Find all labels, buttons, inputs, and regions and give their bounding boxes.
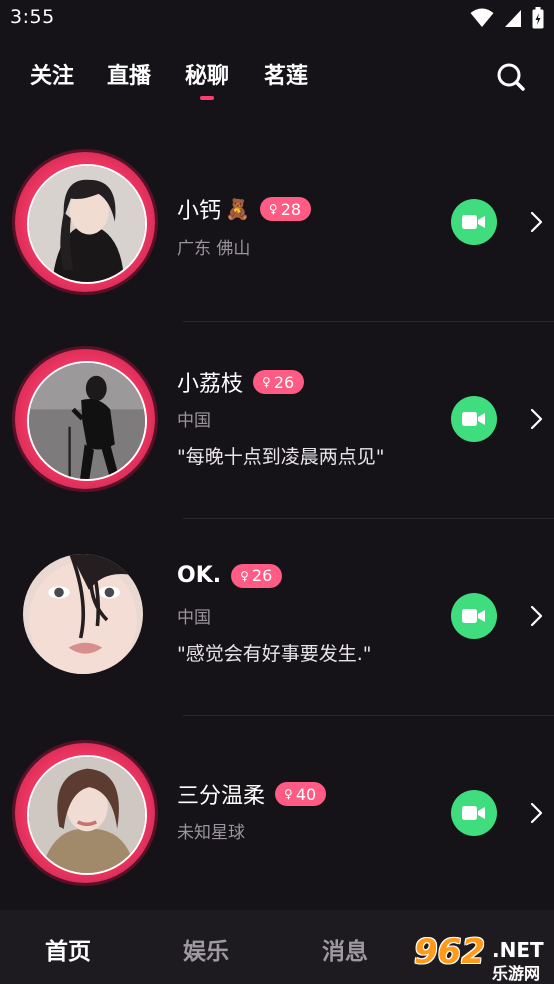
tab-minglian[interactable]: 茗莲 [264, 58, 308, 90]
site-watermark-logo: 962 .NET 乐游网 [410, 932, 552, 983]
chevron-right-icon[interactable] [527, 605, 545, 627]
video-camera-icon [462, 609, 485, 623]
video-camera-icon [462, 412, 485, 426]
avatar-frame [15, 546, 155, 686]
tab-follow[interactable]: 关注 [30, 58, 74, 90]
search-icon[interactable] [496, 62, 526, 92]
user-name: 小荔枝 [177, 372, 244, 397]
list-item[interactable]: 三分温柔 ♀ 40 未知星球 [0, 716, 554, 913]
female-icon: ♀ [284, 787, 293, 801]
avatar[interactable] [27, 755, 147, 875]
video-camera-icon [462, 806, 485, 820]
wifi-icon [470, 8, 494, 28]
live-ring [15, 743, 155, 883]
watermark-site-name: 乐游网 [492, 964, 541, 983]
user-location: 中国 [177, 411, 211, 431]
app-screen: 3:55 关注 直播 秘聊 茗莲 小钙 🧸 ♀ 28 广东 佛山 小荔枝 ♀ 2… [0, 0, 554, 984]
signal-icon [504, 8, 522, 28]
age-badge: ♀ 26 [231, 563, 283, 588]
name-line: 三分温柔 ♀ 40 [177, 778, 327, 810]
user-location: 未知星球 [177, 823, 245, 843]
top-nav: 关注 直播 秘聊 茗莲 [0, 58, 554, 108]
video-call-button[interactable] [451, 396, 497, 442]
age-value: 26 [251, 566, 273, 585]
user-name: 小钙 [177, 199, 222, 224]
user-list: 小钙 🧸 ♀ 28 广东 佛山 小荔枝 ♀ 26 中国 "每晚十点到凌晨两点见"… [0, 125, 554, 913]
name-line: OK. ♀ 26 [177, 563, 283, 588]
teddy-bear-emoji: 🧸 [225, 197, 250, 221]
video-camera-icon [462, 215, 485, 229]
tab-live[interactable]: 直播 [107, 58, 151, 90]
video-call-button[interactable] [451, 199, 497, 245]
live-ring [15, 152, 155, 292]
chevron-right-icon[interactable] [527, 211, 545, 233]
watermark-net: .NET [492, 938, 544, 962]
user-location: 中国 [177, 608, 211, 628]
user-name: 三分温柔 [177, 784, 266, 809]
user-signature: "感觉会有好事要发生." [177, 643, 372, 665]
status-bar: 3:55 [0, 0, 554, 38]
watermark-number: 962 [414, 932, 485, 972]
video-call-button[interactable] [451, 593, 497, 639]
live-ring [15, 349, 155, 489]
name-line: 小荔枝 ♀ 26 [177, 366, 305, 398]
list-item[interactable]: OK. ♀ 26 中国 "感觉会有好事要发生." [0, 519, 554, 716]
age-badge: ♀ 28 [259, 197, 312, 221]
name-line: 小钙 🧸 ♀ 28 [177, 193, 312, 225]
user-signature: "每晚十点到凌晨两点见" [177, 446, 385, 468]
age-badge: ♀ 40 [275, 782, 327, 806]
user-name: OK. [177, 563, 222, 588]
status-time: 3:55 [10, 6, 55, 28]
bottom-tab-messages[interactable]: 消息 [322, 932, 368, 966]
bottom-tab-entertainment[interactable]: 娱乐 [183, 932, 229, 966]
battery-icon [532, 7, 544, 29]
bottom-tab-home[interactable]: 首页 [45, 932, 91, 966]
list-item[interactable]: 小钙 🧸 ♀ 28 广东 佛山 [0, 125, 554, 322]
female-icon: ♀ [240, 568, 249, 583]
chevron-right-icon[interactable] [527, 408, 545, 430]
age-value: 40 [295, 784, 317, 804]
age-value: 26 [273, 372, 295, 392]
tab-private-chat[interactable]: 秘聊 [185, 58, 229, 100]
female-icon: ♀ [268, 202, 278, 216]
chevron-right-icon[interactable] [527, 802, 545, 824]
user-location: 广东 佛山 [177, 239, 251, 259]
list-item[interactable]: 小荔枝 ♀ 26 中国 "每晚十点到凌晨两点见" [0, 322, 554, 519]
avatar[interactable] [23, 554, 143, 674]
avatar[interactable] [27, 361, 147, 481]
female-icon: ♀ [262, 375, 271, 389]
avatar[interactable] [27, 164, 147, 284]
age-badge: ♀ 26 [253, 370, 305, 394]
age-value: 28 [280, 199, 302, 219]
status-icons [470, 7, 544, 29]
video-call-button[interactable] [451, 790, 497, 836]
